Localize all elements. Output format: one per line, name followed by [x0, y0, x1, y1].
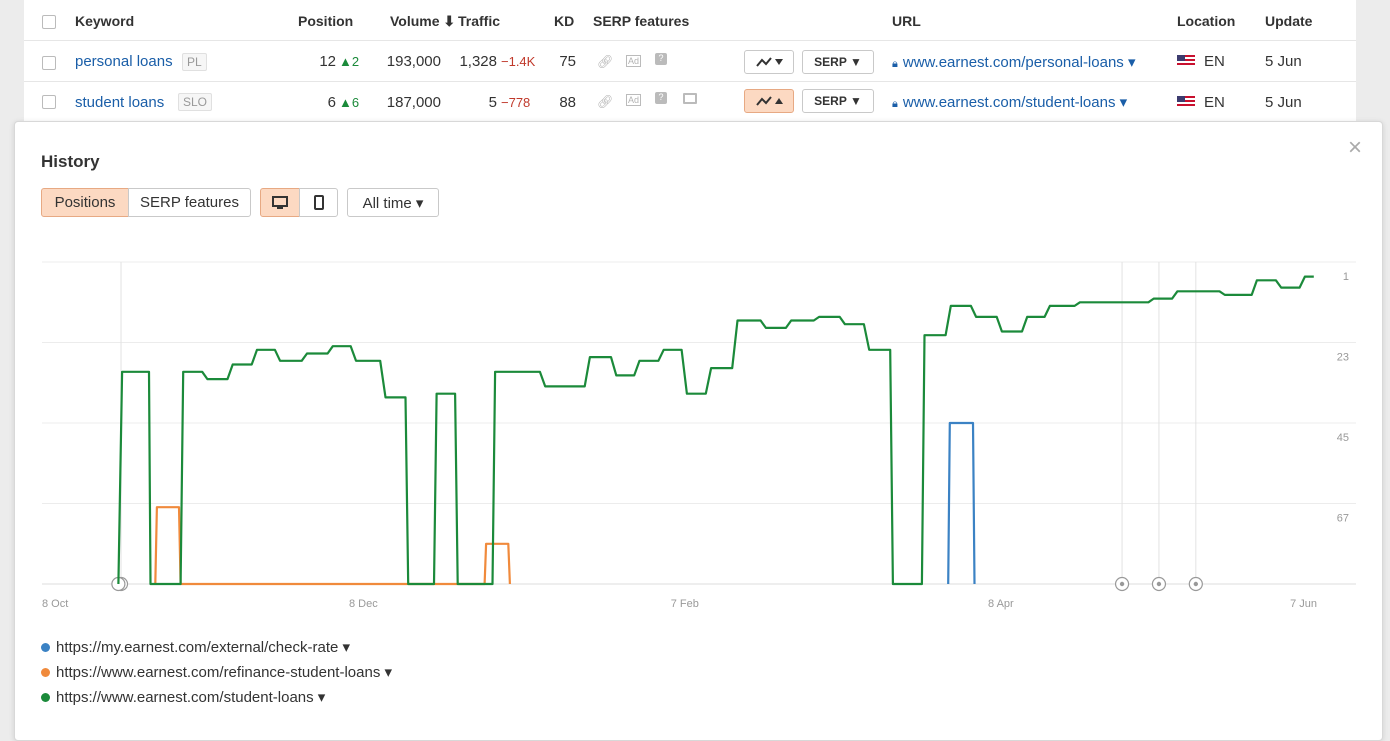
legend-item[interactable]: https://www.earnest.com/student-loans ▾: [41, 688, 325, 706]
us-flag-icon: [1177, 55, 1195, 67]
col-keyword[interactable]: Keyword: [75, 13, 134, 29]
ad-icon: Ad: [626, 55, 642, 67]
traffic-value: 5: [488, 93, 497, 111]
question-icon: ?: [655, 53, 667, 65]
link-icon: 🔗︎: [597, 94, 614, 109]
table-row: student loans SLO 6 ▲6 187,000 5 −778 88…: [24, 82, 1356, 122]
x-tick-label: 8 Apr: [988, 598, 1014, 610]
legend-dot: [41, 642, 50, 652]
y-tick-label: 23: [1337, 352, 1349, 364]
news-icon: [683, 93, 697, 104]
keyword-link[interactable]: student loans: [75, 94, 164, 111]
gear-icon-center: [1156, 581, 1162, 587]
kd-value: 75: [559, 53, 576, 70]
chart-toggle-button[interactable]: [744, 89, 794, 113]
y-tick-label: 67: [1337, 513, 1349, 525]
legend-label[interactable]: https://my.earnest.com/external/check-ra…: [56, 638, 350, 656]
legend-item[interactable]: https://www.earnest.com/refinance-studen…: [41, 663, 392, 681]
y-tick-label: 1: [1343, 271, 1349, 283]
y-tick-label: 45: [1337, 432, 1349, 444]
col-traffic[interactable]: Traffic: [458, 13, 500, 29]
ad-icon: Ad: [626, 94, 642, 106]
row-checkbox[interactable]: [42, 56, 56, 70]
kd-value: 88: [559, 93, 576, 111]
lock-icon: 🔒︎: [892, 57, 898, 70]
traffic-value: 1,328: [459, 53, 497, 70]
legend-label[interactable]: https://www.earnest.com/student-loans ▾: [56, 688, 325, 706]
col-position[interactable]: Position: [298, 13, 353, 29]
legend-label[interactable]: https://www.earnest.com/refinance-studen…: [56, 663, 392, 681]
x-tick-label: 7 Feb: [671, 598, 699, 610]
select-all-checkbox[interactable]: [42, 15, 56, 29]
url-link[interactable]: 🔒︎ www.earnest.com/personal-loans ▾: [892, 53, 1136, 71]
location: EN: [1177, 94, 1225, 111]
traffic-change: −1.4K: [501, 54, 536, 69]
x-tick-label: 7 Jun: [1290, 598, 1317, 610]
x-tick-label: 8 Dec: [349, 598, 378, 610]
table-row: personal loans PL 12 ▲2 193,000 1,328 −1…: [24, 42, 1356, 82]
legend-dot: [41, 667, 50, 677]
col-location: Location: [1177, 13, 1236, 29]
lock-icon: 🔒︎: [892, 98, 898, 110]
update-date: 5 Jun: [1265, 53, 1302, 70]
url-link[interactable]: 🔒︎ www.earnest.com/student-loans ▾: [892, 93, 1127, 111]
history-panel: History × Positions SERP features All ti…: [14, 121, 1383, 741]
row-checkbox[interactable]: [42, 95, 56, 109]
serp-button[interactable]: SERP ▼: [802, 50, 874, 74]
link-icon: 🔗︎: [597, 53, 614, 69]
keywords-table: Keyword Position Volume ⬇ Traffic KD SER…: [24, 0, 1356, 125]
position-value: 6: [327, 93, 336, 111]
series-line: [117, 275, 1314, 586]
gear-icon-center: [1193, 581, 1199, 587]
volume-value: 193,000: [386, 53, 441, 70]
url-text[interactable]: www.earnest.com/student-loans ▾: [903, 94, 1127, 111]
col-url: URL: [892, 13, 921, 29]
question-icon: ?: [655, 92, 667, 104]
location: EN: [1177, 53, 1225, 70]
keyword-tag: PL: [182, 52, 207, 71]
volume-value: 187,000: [386, 93, 441, 111]
table-header-row: Keyword Position Volume ⬇ Traffic KD SER…: [24, 2, 1356, 41]
gear-icon-center: [1119, 581, 1125, 587]
update-date: 5 Jun: [1265, 93, 1302, 111]
traffic-change: −778: [501, 94, 531, 110]
serp-button[interactable]: SERP ▼: [802, 89, 874, 113]
position-change: ▲6: [339, 94, 360, 110]
x-tick-label: 8 Oct: [42, 598, 68, 610]
position-change: ▲2: [339, 54, 360, 69]
position-value: 12: [319, 53, 336, 70]
col-volume[interactable]: Volume ⬇: [390, 13, 455, 30]
chart-toggle-button[interactable]: [744, 50, 794, 74]
us-flag-icon: [1177, 95, 1195, 108]
keyword-link[interactable]: personal loans: [75, 53, 173, 70]
legend-dot: [41, 692, 50, 702]
col-serp-features: SERP features: [593, 13, 690, 29]
legend-item[interactable]: https://my.earnest.com/external/check-ra…: [41, 638, 350, 656]
trend-icon: [756, 96, 783, 106]
location-text: EN: [1204, 53, 1225, 70]
keyword-tag: SLO: [178, 93, 213, 111]
url-text[interactable]: www.earnest.com/personal-loans ▾: [903, 54, 1136, 71]
col-kd[interactable]: KD: [554, 13, 574, 29]
col-update[interactable]: Update: [1265, 13, 1312, 29]
position-history-chart: 1 23 45 67 8 Oct 8 Dec 7 Feb 8 Apr 7 Jun: [42, 261, 1356, 610]
trend-icon: [756, 57, 783, 67]
location-text: EN: [1204, 93, 1225, 111]
